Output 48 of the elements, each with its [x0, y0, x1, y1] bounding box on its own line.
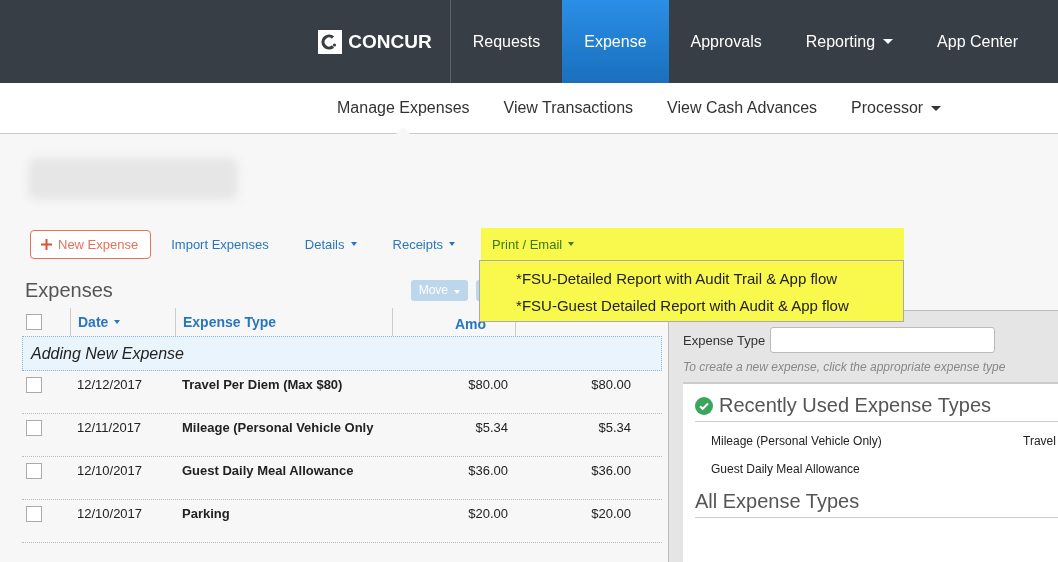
table-cell-text: $36.00 [467, 463, 509, 478]
toolbar-link[interactable]: Details [304, 228, 357, 260]
table-cell-text: $80.00 [590, 377, 632, 392]
section-heading: Recently Used Expense Types [719, 394, 991, 417]
table-cell-text: Parking [181, 506, 231, 521]
subnav-tab[interactable]: Manage Expenses [320, 83, 487, 133]
logo-text: CONCUR [348, 30, 432, 53]
nav-tab[interactable]: App Center [915, 0, 1040, 83]
menu-item[interactable]: *FSU-Detailed Report with Audit Trail & App flow [480, 265, 904, 292]
table-cell-text: 12/10/2017 [76, 506, 144, 521]
expense-type-link[interactable]: Mileage (Personal Vehicle Only) [711, 434, 1023, 448]
nav-tab[interactable]: Approvals [668, 0, 784, 83]
table-cell-text: $20.00 [467, 506, 509, 521]
nav-tab[interactable]: Requests [450, 0, 563, 83]
subnav-tab[interactable]: View Transactions [486, 83, 651, 133]
plus-icon [41, 238, 52, 250]
toolbar-link[interactable]: Import Expenses [171, 228, 269, 260]
toolbar-link[interactable]: Receipts [392, 228, 456, 260]
table-cell-text: Mileage (Personal Vehicle Only [181, 420, 375, 435]
expense-type-link[interactable]: Guest Daily Meal Allowance [711, 462, 1023, 476]
table-cell-text: $20.00 [590, 506, 632, 521]
nav-tab[interactable]: Reporting [783, 0, 916, 83]
hint-text: To create a new expense, click the appropriate expense type [683, 360, 1007, 374]
section-heading: All Expense Types [695, 490, 860, 513]
section-heading: Expenses [25, 278, 114, 302]
table-cell-text: 12/12/2017 [76, 377, 144, 392]
field-label: Expense Type [683, 332, 766, 348]
checkbox[interactable] [26, 314, 42, 330]
checkbox[interactable] [26, 420, 42, 436]
checkbox[interactable] [26, 506, 42, 522]
subnav-tab[interactable]: View Cash Advances [650, 83, 835, 133]
table-cell-text: $5.34 [597, 420, 632, 435]
table-cell-text: $36.00 [590, 463, 632, 478]
table-cell-text: 12/10/2017 [76, 463, 144, 478]
nav-tab[interactable]: Expense [562, 0, 669, 83]
input-field[interactable] [770, 327, 996, 353]
new-expense-row[interactable]: Adding New Expense [22, 336, 662, 371]
check-icon [695, 396, 713, 415]
subnav-tab[interactable]: Processor [834, 83, 959, 133]
logo-icon [318, 29, 343, 54]
checkbox[interactable] [26, 377, 42, 393]
expense-type-link[interactable]: Travel [1023, 434, 1058, 448]
table-cell-text: Travel Per Diem (Max $80) [181, 377, 344, 392]
table-cell-text: $5.34 [474, 420, 509, 435]
table-cell-text: 12/11/2017 [76, 420, 143, 435]
table-cell-text: $80.00 [467, 377, 509, 392]
table-cell-text: Guest Daily Meal Allowance [181, 463, 355, 478]
checkbox[interactable] [26, 463, 42, 479]
